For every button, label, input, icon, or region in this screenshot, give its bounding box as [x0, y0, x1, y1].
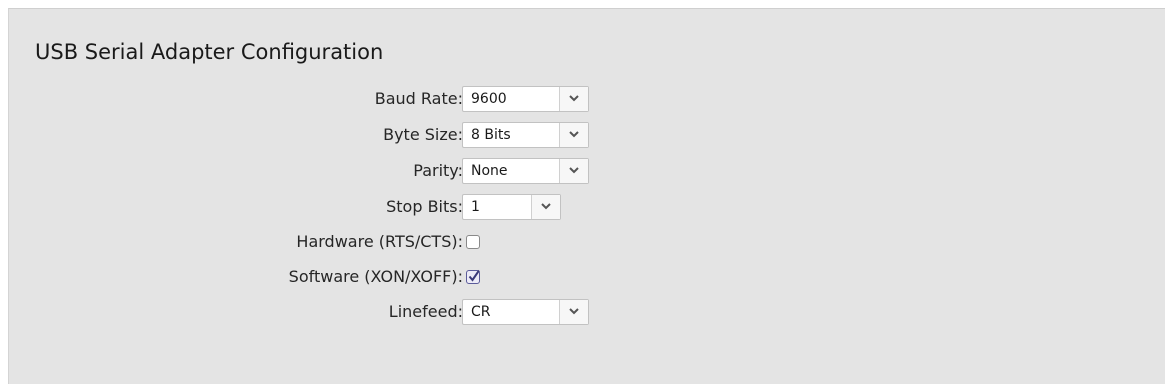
byte-size-label: Byte Size:	[383, 125, 463, 144]
chevron-down-icon	[569, 308, 579, 315]
software-flow-checkbox[interactable]	[466, 269, 480, 284]
parity-row: Parity: None	[9, 158, 1166, 184]
baud-rate-value: 9600	[471, 91, 507, 107]
stop-bits-row: Stop Bits: 1	[9, 194, 1166, 220]
chevron-down-icon	[569, 95, 579, 102]
usb-serial-config-panel: USB Serial Adapter Configuration Baud Ra…	[8, 8, 1165, 384]
stop-bits-value: 1	[471, 199, 480, 215]
parity-label: Parity:	[413, 161, 463, 180]
linefeed-select[interactable]: CR	[462, 299, 589, 325]
linefeed-label: Linefeed:	[388, 302, 463, 321]
byte-size-row: Byte Size: 8 Bits	[9, 122, 1166, 148]
software-flow-label: Software (XON/XOFF):	[288, 267, 463, 286]
hardware-flow-row: Hardware (RTS/CTS):	[9, 229, 1166, 255]
byte-size-value: 8 Bits	[471, 127, 511, 143]
baud-rate-select[interactable]: 9600	[462, 86, 589, 112]
parity-dropdown-button[interactable]	[559, 159, 588, 183]
byte-size-select[interactable]: 8 Bits	[462, 122, 589, 148]
linefeed-value: CR	[471, 304, 491, 320]
hardware-flow-checkbox[interactable]	[466, 235, 480, 249]
chevron-down-icon	[541, 203, 551, 210]
byte-size-dropdown-button[interactable]	[559, 123, 588, 147]
parity-select[interactable]: None	[462, 158, 589, 184]
linefeed-row: Linefeed: CR	[9, 299, 1166, 325]
parity-value: None	[471, 163, 508, 179]
baud-rate-row: Baud Rate: 9600	[9, 86, 1166, 112]
linefeed-dropdown-button[interactable]	[559, 300, 588, 324]
stop-bits-select[interactable]: 1	[462, 194, 561, 220]
chevron-down-icon	[569, 167, 579, 174]
stop-bits-dropdown-button[interactable]	[531, 195, 560, 219]
chevron-down-icon	[569, 131, 579, 138]
section-title: USB Serial Adapter Configuration	[35, 40, 384, 64]
baud-rate-dropdown-button[interactable]	[559, 87, 588, 111]
stop-bits-label: Stop Bits:	[386, 197, 463, 216]
checkmark-icon	[468, 269, 480, 282]
baud-rate-label: Baud Rate:	[374, 89, 463, 108]
hardware-flow-label: Hardware (RTS/CTS):	[296, 232, 463, 251]
software-flow-row: Software (XON/XOFF):	[9, 264, 1166, 290]
